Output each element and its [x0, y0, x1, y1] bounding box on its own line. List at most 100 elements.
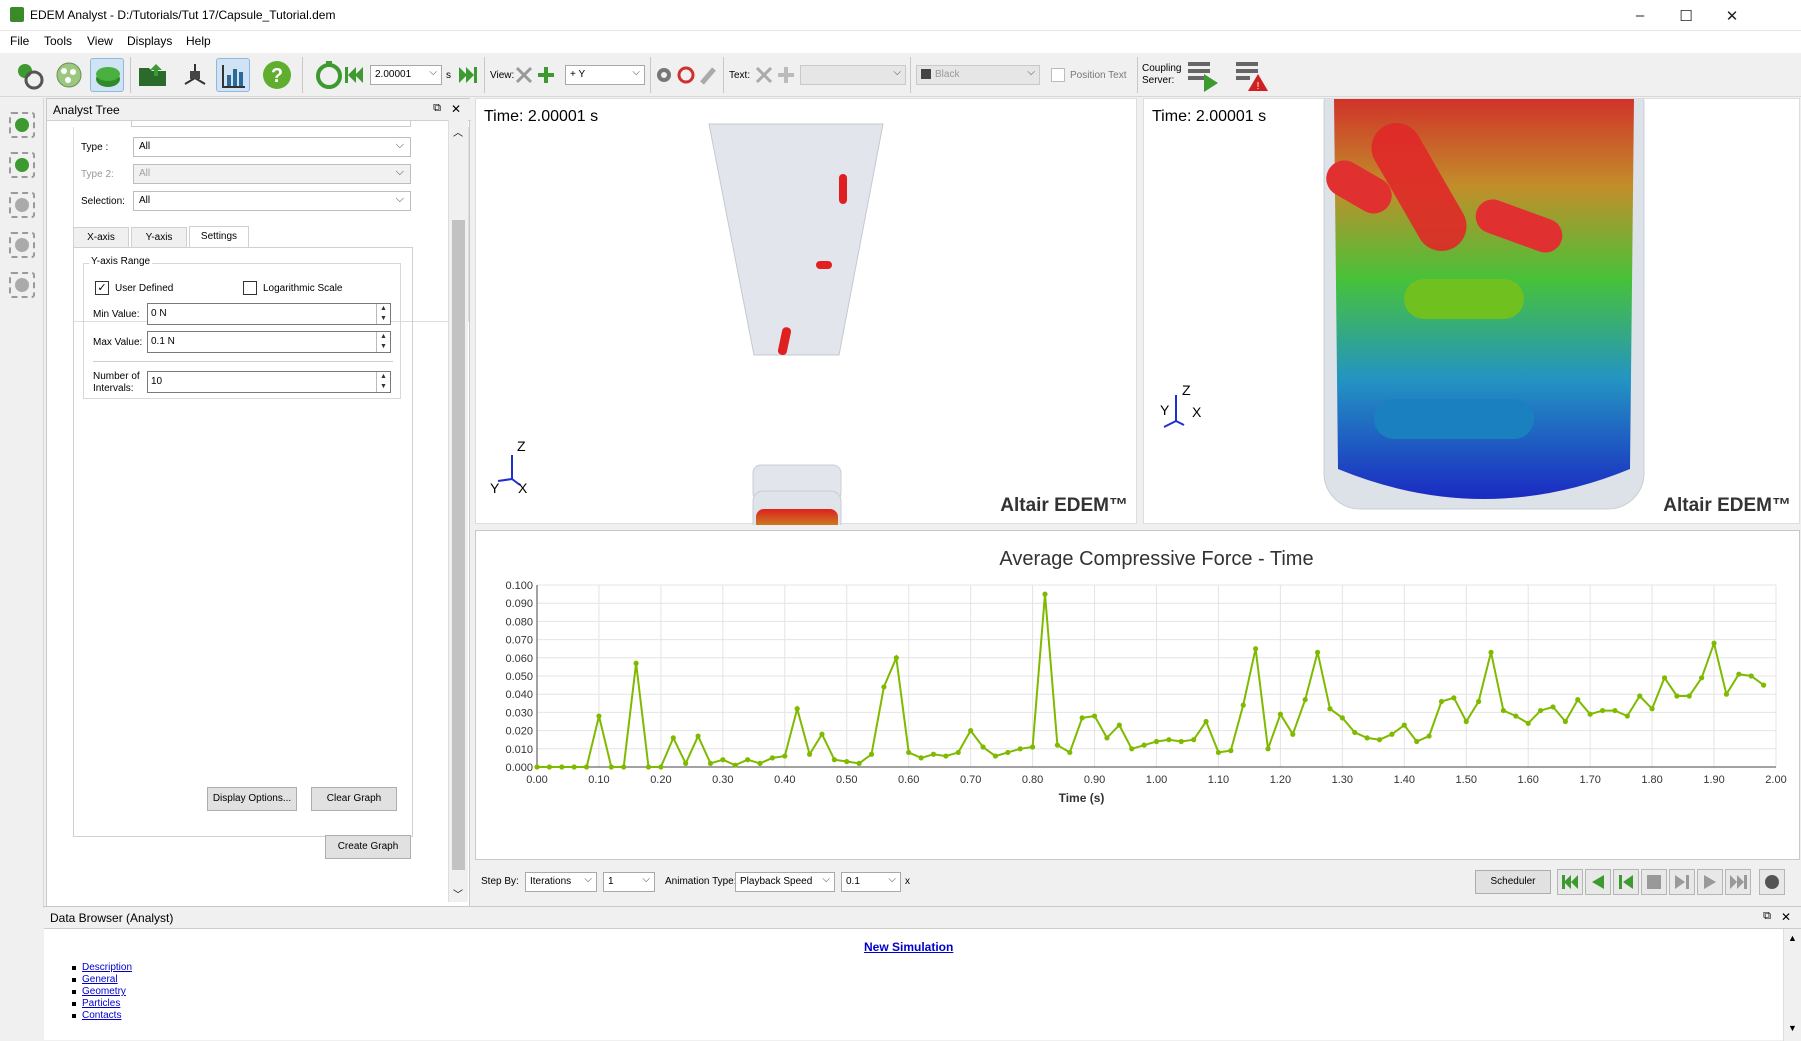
selection-select[interactable]: All ⌵ [133, 191, 411, 211]
help-icon[interactable]: ? [260, 58, 294, 92]
graph-icon[interactable] [216, 58, 250, 92]
data-point [955, 749, 961, 756]
tab-settings[interactable]: Settings [189, 226, 249, 247]
menu-file[interactable]: File [10, 34, 29, 48]
pencil-icon[interactable] [698, 58, 718, 92]
timer-icon[interactable] [312, 58, 346, 92]
geometry-link[interactable]: Geometry [82, 986, 126, 997]
data-point [1723, 691, 1730, 697]
step-by-select[interactable]: Iterations ⌵ [525, 872, 597, 892]
first-frame-icon[interactable] [1557, 869, 1583, 895]
viewport-left[interactable]: Time: 2.00001 s Z Y X Altair EDEM™ [475, 98, 1137, 525]
data-browser-title: Data Browser (Analyst) [50, 911, 174, 925]
y-tick-label: 0.020 [505, 726, 533, 738]
menu-view[interactable]: View [87, 34, 113, 48]
menu-tools[interactable]: Tools [44, 34, 72, 48]
position-text-checkbox[interactable] [1051, 68, 1065, 82]
tab-y-axis[interactable]: Y-axis [131, 227, 187, 247]
scroll-down-icon[interactable]: ﹀ [453, 886, 463, 901]
view-plus-icon[interactable] [536, 58, 556, 92]
hopper-scene: Z Y X [490, 123, 884, 525]
user-defined-checkbox[interactable]: ✓ [95, 281, 109, 295]
reset-icon[interactable] [676, 58, 696, 92]
scheduler-button[interactable]: Scheduler [1475, 870, 1551, 894]
coupling-warning-icon[interactable]: ! [1234, 58, 1268, 92]
gear-icon[interactable] [654, 58, 674, 92]
data-point [633, 660, 639, 666]
delete-particle-icon[interactable] [9, 272, 35, 298]
play-backward-icon[interactable] [1585, 869, 1611, 895]
play-icon[interactable] [1697, 869, 1723, 895]
axes-icon[interactable] [178, 58, 212, 92]
stop-icon[interactable] [1641, 869, 1667, 895]
type-select[interactable]: All ⌵ [133, 137, 411, 157]
jump-start-icon[interactable] [342, 58, 366, 92]
particles-icon[interactable] [52, 58, 86, 92]
min-value-input[interactable]: 0 N ▲ ▼ [147, 303, 391, 325]
x-tick-label: 0.30 [712, 774, 733, 786]
text-x-icon[interactable] [754, 58, 774, 92]
menu-help[interactable]: Help [186, 34, 211, 48]
record-icon[interactable] [1759, 869, 1785, 895]
intervals-input[interactable]: 10 ▲ ▼ [147, 371, 391, 393]
edit-particle-icon[interactable] [9, 232, 35, 258]
color-select[interactable]: Black ⌵ [916, 65, 1040, 85]
new-simulation-link[interactable]: New Simulation [864, 940, 953, 954]
coupling-start-icon[interactable] [1186, 58, 1220, 92]
close-button[interactable]: ✕ [1709, 0, 1755, 31]
panel-close-icon[interactable]: ✕ [451, 102, 461, 116]
data-point [1153, 738, 1160, 745]
speed-select[interactable]: 0.1 ⌵ [841, 872, 901, 892]
last-frame-icon[interactable] [1725, 869, 1751, 895]
query-icon[interactable] [12, 58, 46, 92]
db-scroll-up-icon[interactable]: ▲ [1788, 933, 1797, 943]
float-icon[interactable]: ⧉ [433, 102, 441, 115]
view-x-icon[interactable] [514, 58, 534, 92]
query-particle-icon[interactable] [9, 152, 35, 178]
description-link[interactable]: Description [82, 962, 132, 973]
data-point [1612, 707, 1618, 714]
divider [93, 361, 393, 362]
type2-select[interactable]: All ⌵ [133, 164, 411, 184]
view-select[interactable]: + Y ⌵ [565, 65, 645, 85]
maximize-button[interactable]: ☐ [1663, 0, 1709, 31]
step-forward-icon[interactable] [1669, 869, 1695, 895]
menu-displays[interactable]: Displays [127, 34, 172, 48]
create-graph-button[interactable]: Create Graph [325, 835, 411, 859]
general-link[interactable]: General [82, 974, 118, 985]
data-point [1005, 749, 1011, 756]
scroll-up-icon[interactable]: ︿ [453, 124, 463, 139]
tree-scrollbar[interactable]: ︿ ﹀ [448, 120, 468, 902]
copy-particle-icon[interactable] [9, 192, 35, 218]
jump-end-icon[interactable] [456, 58, 480, 92]
display-options-button[interactable]: Display Options... [207, 787, 297, 811]
scroll-thumb[interactable] [452, 220, 465, 870]
step-value-select[interactable]: 1 ⌵ [603, 872, 655, 892]
data-point [1699, 675, 1705, 681]
analyst-tree-panel: Analyst Tree ⧉ ✕ Type : All ⌵ Type 2: All… [46, 98, 471, 908]
particles-link[interactable]: Particles [82, 998, 120, 1009]
text-select[interactable]: ⌵ [800, 65, 906, 85]
db-scroll-down-icon[interactable]: ▼ [1788, 1023, 1797, 1033]
db-float-icon[interactable]: ⧉ [1763, 910, 1771, 923]
viewport-right[interactable]: Time: 2.00001 s Z Y X Altair EDEM™ [1143, 98, 1800, 524]
y-tick-label: 0.080 [505, 616, 533, 628]
y-tick-label: 0.000 [505, 762, 533, 774]
geometry-icon[interactable] [90, 58, 124, 92]
tab-x-axis[interactable]: X-axis [73, 227, 129, 247]
step-back-icon[interactable] [1613, 869, 1639, 895]
clear-graph-button[interactable]: Clear Graph [311, 787, 397, 811]
minimize-button[interactable]: – [1617, 0, 1663, 31]
animation-type-select[interactable]: Playback Speed ⌵ [735, 872, 835, 892]
data-point [1463, 718, 1469, 725]
max-value-input[interactable]: 0.1 N ▲ ▼ [147, 331, 391, 353]
text-plus-icon[interactable] [776, 58, 796, 92]
add-particle-icon[interactable] [9, 112, 35, 138]
open-folder-icon[interactable] [136, 58, 170, 92]
db-scrollbar[interactable]: ▲ ▼ [1783, 929, 1801, 1041]
time-select[interactable]: 2.00001 ⌵ [370, 65, 442, 85]
svg-text:Y: Y [490, 480, 500, 496]
db-close-icon[interactable]: ✕ [1781, 910, 1791, 924]
contacts-link[interactable]: Contacts [82, 1010, 121, 1021]
log-scale-checkbox[interactable] [243, 281, 257, 295]
